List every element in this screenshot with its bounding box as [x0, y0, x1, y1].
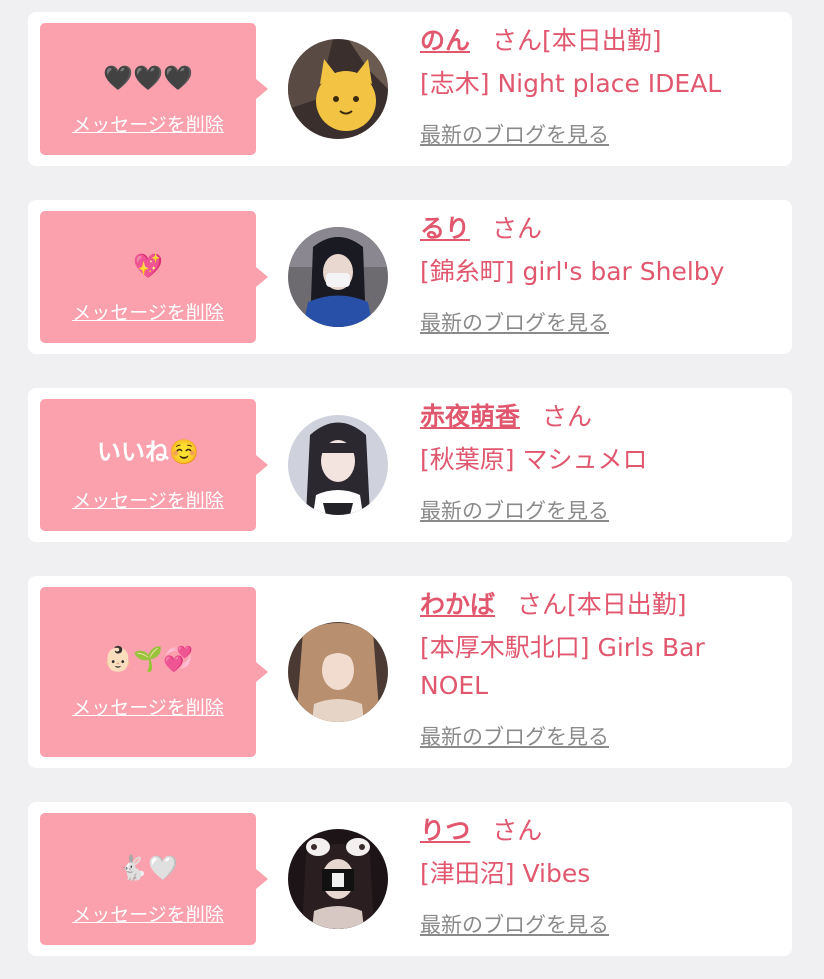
avatar[interactable]: [288, 39, 388, 139]
delete-message-link[interactable]: メッセージを削除: [40, 301, 256, 325]
message-bubble: 🖤🖤🖤 メッセージを削除: [40, 23, 268, 155]
cast-name-link[interactable]: 赤夜萌香: [420, 402, 520, 431]
name-line: 赤夜萌香 さん: [420, 400, 592, 434]
message-text: 🐇🤍: [118, 854, 178, 882]
shop-link[interactable]: [秋葉原] マシュメロ: [420, 441, 760, 479]
delete-message-link[interactable]: メッセージを削除: [40, 903, 256, 927]
cast-name-link[interactable]: のん: [420, 26, 470, 55]
latest-blog-link[interactable]: 最新のブログを見る: [420, 723, 609, 751]
message-text: いいね☺️: [97, 438, 199, 466]
honorific: さん: [517, 590, 568, 619]
delete-message-link[interactable]: メッセージを削除: [40, 489, 256, 513]
shop-link[interactable]: [本厚木駅北口] Girls Bar NOEL: [420, 629, 760, 705]
honorific: さん: [492, 26, 543, 55]
message-card: 💖 メッセージを削除 るり さん [錦糸町] girl's bar Shelby …: [28, 200, 792, 354]
message-card: 🖤🖤🖤 メッセージを削除 のん さん[本日出勤] [志木] Night place…: [28, 12, 792, 166]
message-card: 👶🏻🌱💞 メッセージを削除 わかば さん[本日出勤] [本厚木駅北口] Girls…: [28, 576, 792, 768]
honorific: さん: [492, 816, 543, 845]
avatar[interactable]: [288, 415, 388, 515]
shop-link[interactable]: [志木] Night place IDEAL: [420, 65, 760, 103]
message-bubble: 🐇🤍 メッセージを削除: [40, 813, 268, 945]
avatar[interactable]: [288, 227, 388, 327]
latest-blog-link[interactable]: 最新のブログを見る: [420, 121, 609, 149]
avatar[interactable]: [288, 622, 388, 722]
honorific: さん: [492, 214, 543, 243]
latest-blog-link[interactable]: 最新のブログを見る: [420, 911, 609, 939]
honorific: さん: [542, 402, 593, 431]
message-text: 💖: [133, 252, 163, 280]
message-list: 🖤🖤🖤 メッセージを削除 のん さん[本日出勤] [志木] Night place…: [0, 0, 824, 979]
name-line: わかば さん[本日出勤]: [420, 588, 687, 622]
message-bubble: 👶🏻🌱💞 メッセージを削除: [40, 587, 268, 757]
cast-name-link[interactable]: わかば: [420, 590, 495, 619]
name-line: るり さん: [420, 212, 542, 246]
avatar[interactable]: [288, 829, 388, 929]
work-status: [本日出勤]: [542, 26, 662, 55]
cast-name-link[interactable]: るり: [420, 214, 470, 243]
shop-link[interactable]: [津田沼] Vibes: [420, 855, 760, 893]
latest-blog-link[interactable]: 最新のブログを見る: [420, 309, 609, 337]
delete-message-link[interactable]: メッセージを削除: [40, 696, 256, 720]
work-status: [本日出勤]: [567, 590, 687, 619]
message-text: 🖤🖤🖤: [103, 64, 193, 92]
shop-link[interactable]: [錦糸町] girl's bar Shelby: [420, 253, 760, 291]
name-line: りつ さん: [420, 814, 542, 848]
message-bubble: いいね☺️ メッセージを削除: [40, 399, 268, 531]
cast-name-link[interactable]: りつ: [420, 816, 470, 845]
message-bubble: 💖 メッセージを削除: [40, 211, 268, 343]
name-line: のん さん[本日出勤]: [420, 24, 662, 58]
delete-message-link[interactable]: メッセージを削除: [40, 113, 256, 137]
message-card: 🐇🤍 メッセージを削除 りつ さん [津田沼] Vibes 最新のブログを見る: [28, 802, 792, 956]
message-card: いいね☺️ メッセージを削除 赤夜萌香 さん [秋葉原] マシュメロ 最新のブログ…: [28, 388, 792, 542]
message-text: 👶🏻🌱💞: [103, 645, 193, 673]
latest-blog-link[interactable]: 最新のブログを見る: [420, 497, 609, 525]
